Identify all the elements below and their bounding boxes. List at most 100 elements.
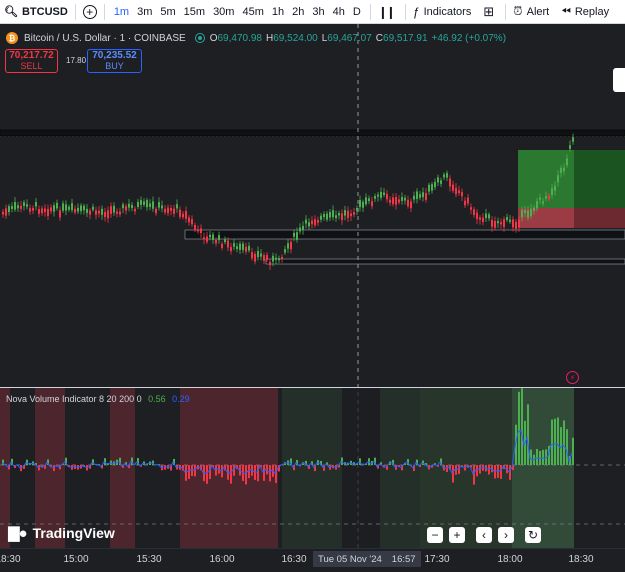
time-tick: 18:30 xyxy=(568,554,594,565)
candle-body xyxy=(122,204,124,209)
candle-body xyxy=(170,208,172,211)
indicator-legend: Nova Volume Indicator 8 20 200 0 0.56 0.… xyxy=(6,394,190,404)
candle-body xyxy=(212,234,214,240)
indicators-icon: ƒ xyxy=(412,4,420,19)
scroll-left-button[interactable]: ‹ xyxy=(476,527,492,543)
candle-body xyxy=(371,201,373,207)
timeframe-45m[interactable]: 45m xyxy=(238,6,267,18)
candle-body xyxy=(320,215,322,220)
candle-body xyxy=(422,192,424,198)
candle-body xyxy=(335,215,337,219)
candle-body xyxy=(254,253,256,262)
indicator-bar xyxy=(275,465,277,483)
indicator-value-2: 0.29 xyxy=(172,394,190,404)
layouts-button[interactable]: ⊞ xyxy=(475,0,502,24)
candle-body xyxy=(83,205,85,211)
candle-body xyxy=(227,240,229,248)
buy-button[interactable]: 70,235.52 BUY xyxy=(87,49,142,73)
scroll-right-button[interactable]: › xyxy=(498,527,514,543)
timeframe-D[interactable]: D xyxy=(349,6,365,18)
timeframe-30m[interactable]: 30m xyxy=(209,6,238,18)
candle-body xyxy=(302,225,304,230)
indicator-bar xyxy=(500,465,502,479)
zoom-in-button[interactable]: + xyxy=(449,527,465,543)
crosshair-time-label: Tue 05 Nov '24 16:57 xyxy=(313,551,421,567)
candle-type-button[interactable]: ❙❙ xyxy=(374,0,402,24)
candle-body xyxy=(29,208,31,212)
timeframe-5m[interactable]: 5m xyxy=(156,6,179,18)
replay-icon: ⏪︎ xyxy=(561,4,571,18)
candle-body xyxy=(485,213,487,219)
candle-body xyxy=(125,206,127,211)
time-tick: 18:00 xyxy=(497,554,523,565)
timeframe-2h[interactable]: 2h xyxy=(288,6,308,18)
candle-body xyxy=(452,184,454,191)
candle-body xyxy=(158,202,160,208)
indicator-bar xyxy=(509,465,511,480)
candle-body xyxy=(86,208,88,213)
pane-divider[interactable] xyxy=(0,387,625,388)
top-toolbar: 🔍︎ BTCUSD + 1m 3m 5m 15m 30m 45m 1h 2h 3h 4h D ❙❙ … xyxy=(0,0,625,24)
timeframe-3h[interactable]: 3h xyxy=(308,6,328,18)
reset-chart-button[interactable]: ↻ xyxy=(525,527,541,543)
candle-body xyxy=(89,210,91,215)
candle-body xyxy=(251,252,253,259)
ohlc-close: C69,517.91 xyxy=(376,33,428,44)
candle-body xyxy=(308,222,310,227)
candle-body xyxy=(92,206,94,210)
symbol-search-button[interactable]: 🔍︎ BTCUSD xyxy=(0,0,72,24)
tradingview-logo[interactable]: ▇● TradingView xyxy=(8,524,115,542)
candle-body xyxy=(377,194,379,197)
candle-body xyxy=(506,217,508,221)
candle-body xyxy=(200,228,202,234)
stop-zone-filled xyxy=(518,208,574,228)
candle-body xyxy=(146,200,148,208)
timeframe-3m[interactable]: 3m xyxy=(133,6,156,18)
candle-body xyxy=(2,211,4,215)
candle-body xyxy=(527,210,529,218)
candle-body xyxy=(62,203,64,211)
alert-button[interactable]: ⏰︎ Alert xyxy=(509,0,553,24)
replay-button[interactable]: ⏪︎ Replay xyxy=(553,0,613,24)
candle-body xyxy=(383,192,385,196)
time-axis[interactable]: 18:30 15:00 15:30 16:00 16:30 17:30 18:0… xyxy=(0,548,625,572)
candle-body xyxy=(530,208,532,217)
sell-button[interactable]: 70,217.72 SELL xyxy=(5,49,58,73)
candle-body xyxy=(488,214,490,219)
candle-body xyxy=(458,190,460,194)
timeframe-4h[interactable]: 4h xyxy=(329,6,349,18)
candle-body xyxy=(542,201,544,204)
candle-body xyxy=(476,212,478,220)
candle-body xyxy=(242,243,244,251)
candle-body xyxy=(5,208,7,216)
candle-body xyxy=(341,213,343,221)
symbol-legend: ₿ Bitcoin / U.S. Dollar · 1 · COINBASE O… xyxy=(6,32,510,44)
indicator-bar xyxy=(563,420,565,465)
chart-area[interactable]: ₿ Bitcoin / U.S. Dollar · 1 · COINBASE O… xyxy=(0,24,625,548)
candle-body xyxy=(194,225,196,230)
candle-body xyxy=(461,192,463,197)
crosshair-time: 16:57 xyxy=(391,553,416,565)
indicator-value-1: 0.56 xyxy=(148,394,166,404)
chart-canvas[interactable] xyxy=(0,24,625,548)
time-tick: 15:00 xyxy=(63,554,89,565)
spread-value: 17.80 xyxy=(66,56,87,65)
candle-body xyxy=(8,206,10,213)
timeframe-1m[interactable]: 1m xyxy=(110,6,133,18)
lightning-flag-icon[interactable]: ⚡︎ xyxy=(566,371,579,384)
candle-body xyxy=(98,210,100,214)
candle-body xyxy=(464,200,466,206)
candle-body xyxy=(536,201,538,209)
side-panel-toggle[interactable] xyxy=(613,68,625,92)
indicator-bar xyxy=(452,465,454,483)
candle-body xyxy=(41,208,43,214)
zoom-out-button[interactable]: − xyxy=(427,527,443,543)
indicators-button[interactable]: ƒ Indicators xyxy=(409,0,475,24)
timeframe-1h[interactable]: 1h xyxy=(268,6,288,18)
candle-body xyxy=(155,208,157,214)
candle-body xyxy=(44,208,46,213)
time-tick: 15:30 xyxy=(136,554,162,565)
compare-symbol-button[interactable]: + xyxy=(79,0,101,24)
timeframe-15m[interactable]: 15m xyxy=(180,6,209,18)
indicator-bar xyxy=(458,465,460,474)
